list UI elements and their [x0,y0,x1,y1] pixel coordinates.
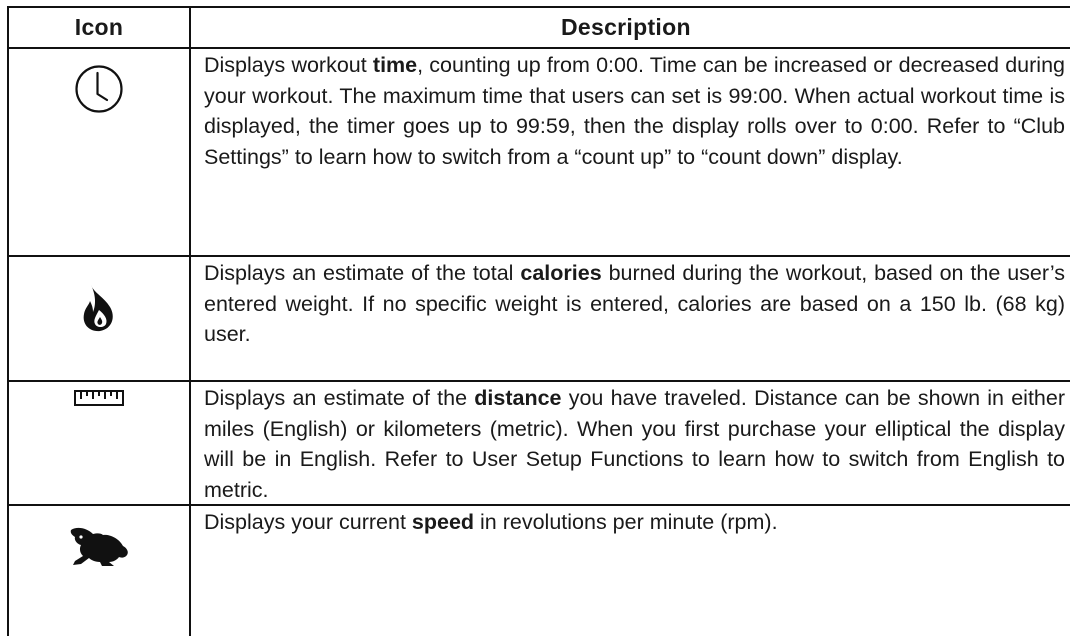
icon-cell [9,506,191,636]
table-row: Displays an estimate of the distance you… [7,382,1070,506]
keyword: distance [474,386,562,410]
keyword: time [372,53,418,77]
description-cell: Displays an estimate of the distance you… [191,382,1070,504]
icon-cell [9,49,191,255]
clock-icon [75,65,123,113]
description-cell: Displays your current speed in revolutio… [191,506,1070,636]
icon-cell [9,257,191,380]
feature-table: Icon Description Displays workout time, … [7,6,1070,636]
table-row: Displays workout time, counting up from … [7,49,1070,257]
description-cell: Displays workout time, counting up from … [191,49,1070,255]
description-cell: Displays an estimate of the total calori… [191,257,1070,380]
keyword: speed [411,510,475,534]
table-row: Displays your current speed in revolutio… [7,506,1070,636]
description-text: Displays an estimate of the [204,386,475,410]
keyword: calories [520,261,602,285]
description-text: Displays an estimate of the total [204,261,521,285]
flame-icon [83,285,113,332]
header-icon: Icon [9,8,191,47]
header-description: Description [561,14,691,40]
description-text: Displays workout [204,53,373,77]
table-row: Displays an estimate of the total calori… [7,257,1070,382]
description-text: Displays your current [204,510,412,534]
icon-cell [9,382,191,504]
ruler-icon [74,390,124,406]
table-header: Icon Description [7,6,1070,49]
description-text: in revolutions per minute (rpm). [474,510,778,534]
rabbit-icon [70,527,128,566]
